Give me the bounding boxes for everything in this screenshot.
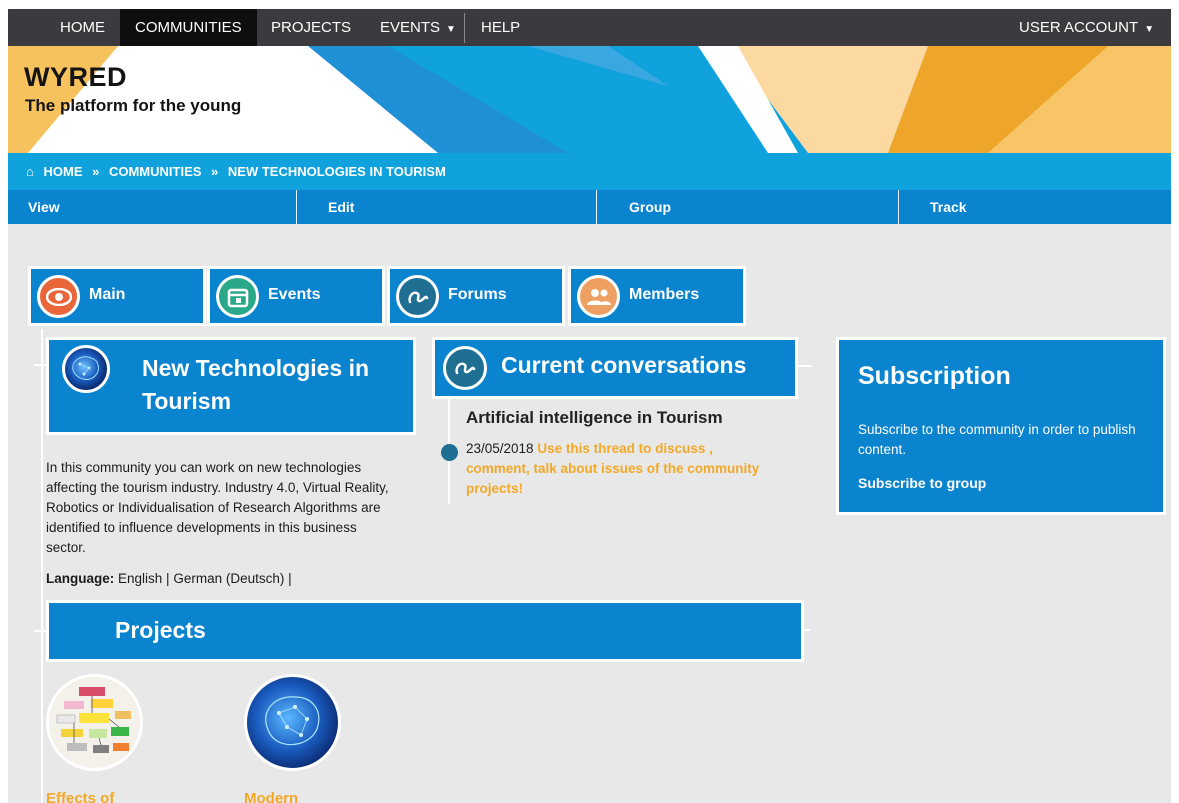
page-frame: HOME COMMUNITIES PROJECTS EVENTS ▼ HELP U… <box>8 9 1171 803</box>
community-description: In this community you can work on new te… <box>46 460 389 555</box>
timeline-tick <box>34 630 46 632</box>
timeline-tick <box>34 364 46 366</box>
action-divider <box>296 190 297 224</box>
thread-date: 23/05/2018 <box>466 441 534 456</box>
community-language: Language: English | German (Deutsch) | <box>46 571 292 586</box>
community-header: New Technologies in Tourism <box>46 337 416 435</box>
breadcrumb-separator: » <box>211 164 219 179</box>
action-track[interactable]: Track <box>910 190 1171 224</box>
forum-icon <box>443 346 487 390</box>
people-icon <box>577 275 620 318</box>
community-avatar <box>62 345 110 393</box>
eye-icon <box>37 275 80 318</box>
tab-forums[interactable]: Forums <box>387 266 565 326</box>
project-thumbnail-flowchart[interactable] <box>46 674 143 771</box>
project-link-effects[interactable]: Effects of <box>46 790 114 803</box>
projects-title: Projects <box>115 617 206 643</box>
nav-projects[interactable]: PROJECTS <box>256 9 366 46</box>
tab-members-label: Members <box>629 286 700 303</box>
action-group[interactable]: Group <box>609 190 897 224</box>
nav-events-label: EVENTS <box>380 19 441 36</box>
subscription-panel: Subscription Subscribe to the community … <box>836 337 1166 515</box>
community-title: New Technologies in Tourism <box>142 355 370 414</box>
tab-events[interactable]: Events <box>207 266 385 326</box>
site-subtitle: The platform for the young <box>25 96 242 115</box>
breadcrumb-communities[interactable]: COMMUNITIES <box>109 164 201 179</box>
breadcrumb: ⌂ HOME » COMMUNITIES » NEW TECHNOLOGIES … <box>8 153 1171 190</box>
tab-forums-label: Forums <box>448 286 507 303</box>
thread-title-link[interactable]: Artificial intelligence in Tourism <box>466 408 723 428</box>
nav-home[interactable]: HOME <box>45 9 120 46</box>
breadcrumb-home[interactable]: HOME <box>43 164 82 179</box>
subscription-title: Subscription <box>858 362 1011 390</box>
breadcrumb-current: NEW TECHNOLOGIES IN TOURISM <box>227 164 446 179</box>
timeline-line <box>41 329 43 803</box>
chevron-down-icon: ▼ <box>446 24 456 35</box>
site-banner: WYRED The platform for the young <box>8 46 1171 153</box>
project-link-modern[interactable]: Modern <box>244 790 298 803</box>
forum-icon <box>396 275 439 318</box>
timeline-tick <box>798 365 812 367</box>
nav-help[interactable]: HELP <box>466 9 535 46</box>
top-navigation: HOME COMMUNITIES PROJECTS EVENTS ▼ HELP U… <box>8 9 1171 46</box>
projects-header: Projects <box>46 600 804 662</box>
action-bar: View Edit Group Track <box>8 190 1171 224</box>
tab-main[interactable]: Main <box>28 266 206 326</box>
site-title[interactable]: WYRED <box>24 62 127 93</box>
action-edit[interactable]: Edit <box>308 190 596 224</box>
conversations-header: Current conversations <box>432 337 798 399</box>
project-thumbnail-ai-brain[interactable] <box>244 674 341 771</box>
nav-events[interactable]: EVENTS ▼ <box>365 9 471 46</box>
tab-events-label: Events <box>268 286 321 303</box>
action-divider <box>898 190 899 224</box>
nav-user-account-label: USER ACCOUNT <box>1019 19 1139 36</box>
breadcrumb-separator: » <box>92 164 100 179</box>
nav-divider <box>464 13 465 43</box>
language-values: English | German (Deutsch) | <box>118 571 292 586</box>
subscribe-button[interactable]: Subscribe to group <box>858 475 986 491</box>
thread-summary: 23/05/2018 Use this thread to discuss , … <box>466 439 766 499</box>
nav-user-account[interactable]: USER ACCOUNT ▼ <box>1004 9 1169 46</box>
chevron-down-icon: ▼ <box>1144 24 1155 35</box>
subscription-text: Subscribe to the community in order to p… <box>858 422 1136 457</box>
calendar-icon <box>216 275 259 318</box>
tab-main-label: Main <box>89 286 126 303</box>
tab-members[interactable]: Members <box>568 266 746 326</box>
conversations-title: Current conversations <box>501 352 747 378</box>
home-icon: ⌂ <box>26 164 34 179</box>
action-view[interactable]: View <box>8 190 296 224</box>
timeline-dot <box>441 444 458 461</box>
nav-communities[interactable]: COMMUNITIES <box>120 9 257 46</box>
action-divider <box>596 190 597 224</box>
language-label: Language: <box>46 571 115 586</box>
